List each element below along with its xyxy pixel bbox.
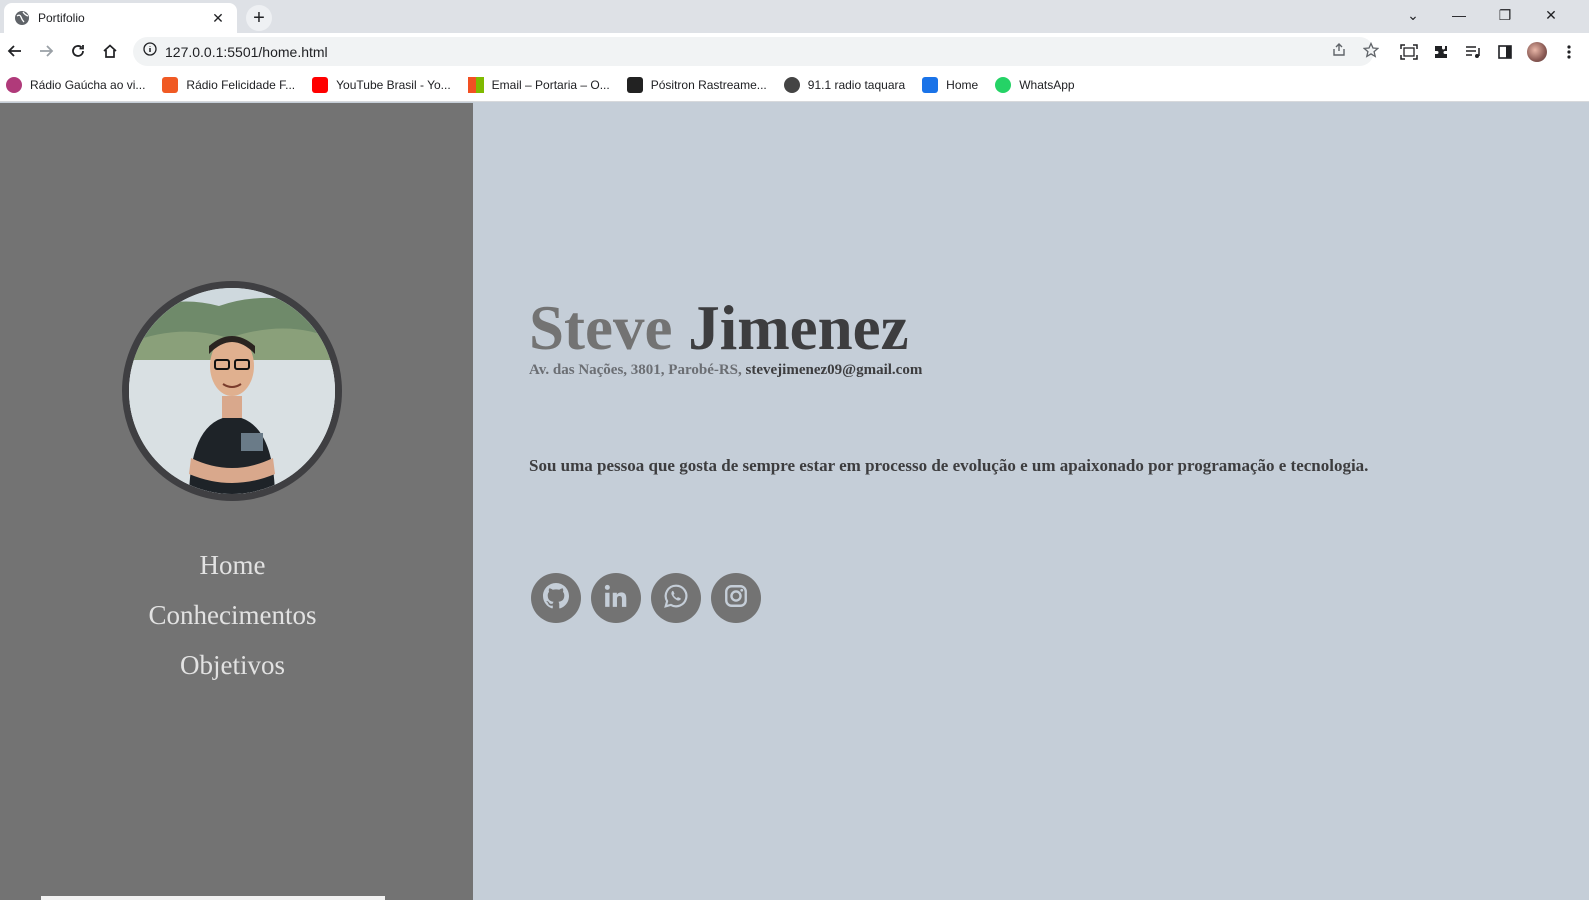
screenshot-icon[interactable]: [1398, 41, 1420, 63]
menu-kebab-icon[interactable]: [1558, 41, 1580, 63]
tab-title: Portifolio: [38, 11, 85, 25]
github-link[interactable]: [531, 573, 581, 623]
nav-link-objetivos[interactable]: Objetivos: [0, 650, 465, 700]
address-text: Av. das Nações, 3801, Parobé-RS,: [529, 362, 742, 378]
profile-photo: [122, 281, 342, 501]
bookmark-label: 91.1 radio taquara: [807, 78, 906, 92]
bookmark-label: Rádio Felicidade F...: [186, 78, 296, 92]
nav-link-home[interactable]: Home: [0, 550, 465, 600]
bookmark-item[interactable]: Email – Portaria – O...: [467, 77, 610, 93]
first-name: Steve: [529, 293, 673, 363]
bookmark-label: Home: [946, 78, 979, 92]
bookmarks-bar: Rádio Gaúcha ao vi... Rádio Felicidade F.…: [0, 69, 1589, 102]
youtube-icon: [312, 77, 329, 93]
hero-name: Steve Jimenez: [529, 293, 909, 363]
bookmark-star-icon[interactable]: [1360, 39, 1382, 61]
radio-gaucha-icon: [6, 77, 22, 93]
radio-felicidade-icon: [162, 77, 179, 93]
back-icon[interactable]: [3, 39, 27, 63]
github-icon: [543, 582, 570, 614]
contact-line: Av. das Nações, 3801, Parobé-RS, steveji…: [529, 362, 922, 379]
horizontal-scroll-indicator: [41, 896, 385, 900]
url-text: 127.0.0.1:5501/home.html: [165, 43, 328, 60]
bio-text: Sou uma pessoa que gosta de sempre estar…: [529, 456, 1369, 475]
forward-icon[interactable]: [34, 39, 58, 63]
linkedin-link[interactable]: [591, 573, 641, 623]
bookmark-item[interactable]: Pósitron Rastreame...: [626, 77, 767, 93]
whatsapp-icon: [995, 77, 1012, 93]
address-bar[interactable]: 127.0.0.1:5501/home.html: [133, 37, 1374, 66]
bookmark-label: WhatsApp: [1019, 78, 1075, 92]
nav-link-conhecimentos[interactable]: Conhecimentos: [0, 600, 465, 650]
bookmark-item[interactable]: 91.1 radio taquara: [783, 77, 906, 93]
media-control-icon[interactable]: [1462, 41, 1484, 63]
globe-icon: [14, 10, 30, 26]
bookmark-label: YouTube Brasil - Yo...: [336, 78, 451, 92]
linkedin-icon: [603, 583, 629, 614]
instagram-link[interactable]: [711, 573, 761, 623]
browser-tab-active[interactable]: Portifolio ✕: [4, 3, 237, 33]
profile-avatar-icon[interactable]: [1526, 41, 1548, 63]
bookmark-item[interactable]: Rádio Felicidade F...: [162, 77, 295, 93]
bookmark-item[interactable]: Home: [922, 77, 978, 93]
home-icon[interactable]: [98, 39, 122, 63]
microsoft-icon: [467, 77, 484, 93]
instagram-icon: [723, 583, 749, 614]
sidebar-nav: Home Conhecimentos Objetivos: [0, 550, 465, 700]
sidebar: Home Conhecimentos Objetivos: [0, 103, 473, 900]
extensions-icon[interactable]: [1430, 41, 1452, 63]
browser-toolbar: 127.0.0.1:5501/home.html: [0, 33, 1589, 69]
bookmark-item[interactable]: YouTube Brasil - Yo...: [312, 77, 451, 93]
share-icon[interactable]: [1328, 39, 1350, 61]
bookmark-item[interactable]: Rádio Gaúcha ao vi...: [6, 77, 145, 93]
bookmark-label: Email – Portaria – O...: [491, 78, 610, 92]
whatsapp-icon: [663, 583, 689, 614]
podcast-icon: [783, 77, 800, 93]
home-bookmark-icon: [922, 77, 939, 93]
social-links: [531, 573, 761, 623]
close-window-button[interactable]: ✕: [1528, 0, 1574, 30]
side-panel-icon[interactable]: [1494, 41, 1516, 63]
whatsapp-link[interactable]: [651, 573, 701, 623]
tab-close-icon[interactable]: ✕: [209, 10, 227, 27]
main-content: Steve Jimenez Av. das Nações, 3801, Paro…: [473, 103, 1589, 900]
bookmark-item[interactable]: WhatsApp: [995, 77, 1075, 93]
minimize-button[interactable]: —: [1436, 0, 1482, 30]
bookmark-label: Pósitron Rastreame...: [650, 78, 767, 92]
new-tab-button[interactable]: +: [246, 5, 272, 31]
page-viewport: Home Conhecimentos Objetivos Steve Jimen…: [0, 103, 1589, 900]
site-info-icon[interactable]: [143, 42, 157, 61]
bookmark-label: Rádio Gaúcha ao vi...: [30, 78, 146, 92]
reload-icon[interactable]: [66, 39, 90, 63]
restore-button[interactable]: ❐: [1482, 0, 1528, 30]
tab-search-icon[interactable]: ⌄: [1390, 0, 1436, 30]
tab-strip: Portifolio ✕ + ⌄ — ❐ ✕: [0, 0, 1589, 33]
positron-icon: [626, 77, 643, 93]
last-name: Jimenez: [688, 293, 909, 363]
email-text: stevejimenez09@gmail.com: [745, 362, 923, 378]
